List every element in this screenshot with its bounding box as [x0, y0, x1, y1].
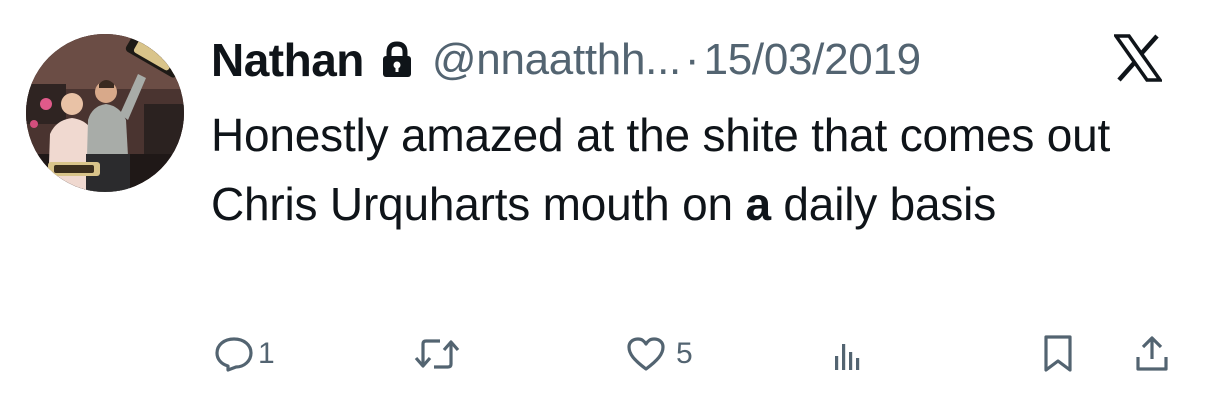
header-separator: ·	[684, 35, 700, 84]
share-button[interactable]	[1135, 332, 1169, 376]
avatar-photo	[26, 34, 184, 192]
avatar[interactable]	[26, 34, 184, 192]
author-handle[interactable]: @nnaatthh...	[432, 35, 681, 85]
like-button[interactable]: 5	[626, 332, 693, 376]
action-bar: 1 5	[0, 332, 1205, 376]
x-logo-icon[interactable]	[1112, 34, 1164, 82]
views-icon	[832, 336, 862, 372]
bookmark-icon	[1043, 334, 1073, 374]
tweet-date[interactable]: 15/03/2019	[704, 35, 922, 85]
views-button[interactable]	[832, 332, 866, 376]
reply-count: 1	[258, 337, 275, 370]
like-count: 5	[676, 337, 693, 370]
author-name[interactable]: Nathan	[211, 33, 364, 87]
lock-icon	[380, 41, 414, 79]
bookmark-button[interactable]	[1043, 332, 1073, 376]
share-icon	[1135, 335, 1169, 373]
tweet-text-part2: daily basis	[770, 178, 996, 230]
tweet-text-bold: a	[745, 178, 771, 230]
heart-icon	[626, 336, 666, 372]
tweet-header: Nathan @nnaatthh... · 15/03/2019	[211, 30, 921, 90]
retweet-button[interactable]	[413, 332, 465, 376]
reply-button[interactable]: 1	[214, 332, 275, 376]
reply-icon	[214, 336, 254, 372]
retweet-icon	[413, 336, 461, 372]
tweet-card[interactable]: Nathan @nnaatthh... · 15/03/2019 Honestl…	[0, 0, 1205, 401]
tweet-text: Honestly amazed at the shite that comes …	[211, 101, 1171, 239]
